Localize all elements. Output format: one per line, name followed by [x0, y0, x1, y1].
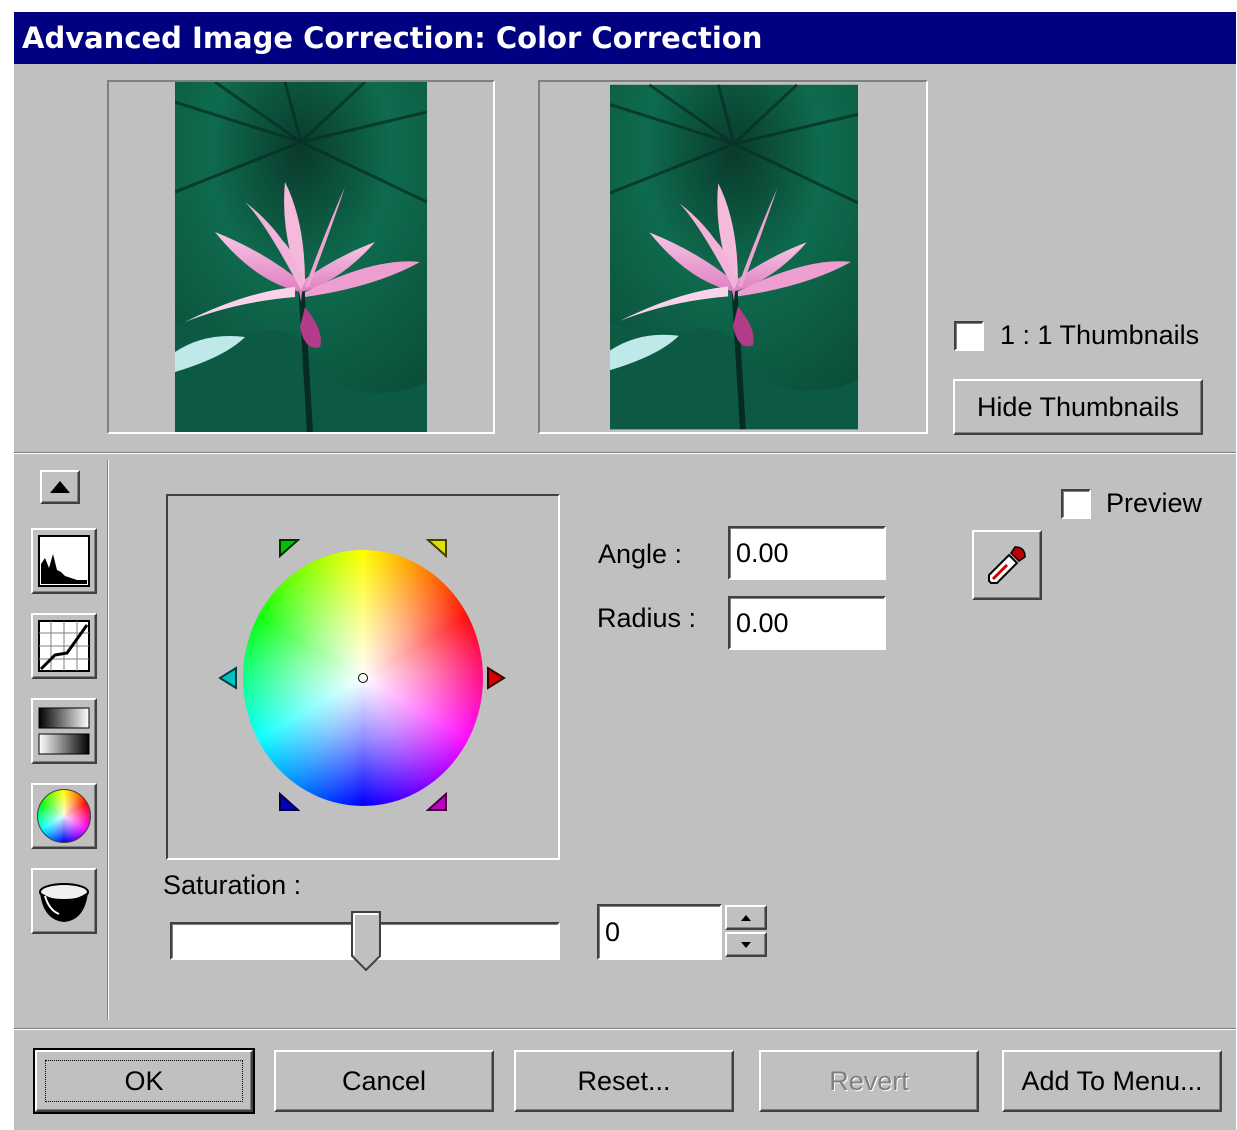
tone-gradient-tool-button[interactable] [31, 698, 97, 764]
color-wheel-tool-button[interactable] [31, 783, 97, 849]
histogram-icon [38, 535, 90, 587]
saturation-label: Saturation : [163, 870, 302, 900]
angle-label: Angle : [598, 539, 683, 569]
add-to-menu-button[interactable]: Add To Menu... [1002, 1050, 1222, 1112]
green-marker-icon [279, 539, 300, 558]
color-wheel-tool-icon [37, 789, 91, 843]
buttons-separator [14, 1028, 1236, 1030]
one-to-one-thumbnails-label[interactable]: 1 : 1 Thumbnails [1000, 320, 1199, 351]
cancel-button[interactable]: Cancel [274, 1050, 494, 1112]
color-correction-dialog: Advanced Image Correction: Color Correct… [14, 12, 1236, 1130]
saturation-spin-down[interactable] [725, 932, 767, 957]
bowl-icon [39, 883, 89, 922]
color-wheel-panel [166, 494, 560, 860]
tool-column-separator [107, 460, 109, 1020]
curves-tool-button[interactable] [31, 613, 97, 679]
one-to-one-thumbnails-checkbox[interactable] [954, 321, 984, 351]
tone-gradient-icon [38, 707, 90, 755]
dialog-title[interactable]: Advanced Image Correction: Color Correct… [14, 12, 1236, 64]
blue-marker-icon [279, 792, 300, 811]
saturation-spin-up[interactable] [725, 905, 767, 930]
ok-focus-ring [45, 1060, 243, 1102]
spin-down-icon [741, 941, 751, 948]
hide-thumbnails-button[interactable]: Hide Thumbnails [953, 379, 1203, 435]
eyedropper-button[interactable] [972, 530, 1042, 600]
after-thumbnail-image [610, 82, 858, 432]
histogram-tool-button[interactable] [31, 528, 97, 594]
revert-button[interactable]: Revert [759, 1050, 979, 1112]
preview-label[interactable]: Preview [1106, 488, 1202, 519]
curves-icon [38, 620, 90, 672]
reset-button[interactable]: Reset... [514, 1050, 734, 1112]
spin-up-icon [741, 914, 751, 921]
bowl-tool-button[interactable] [31, 868, 97, 934]
preview-checkbox[interactable] [1061, 489, 1091, 519]
angle-input[interactable]: 0.00 [728, 526, 886, 580]
magenta-marker-icon [426, 792, 447, 811]
radius-label: Radius : [597, 603, 697, 633]
before-thumbnail-frame [107, 80, 495, 434]
thumbnails-separator [14, 452, 1236, 454]
saturation-slider-thumb[interactable] [350, 910, 382, 972]
triangle-up-icon [50, 481, 70, 493]
eyedropper-icon [988, 546, 1026, 584]
red-marker-icon [487, 666, 506, 690]
yellow-marker-icon [426, 539, 447, 558]
saturation-input[interactable]: 0 [597, 904, 722, 960]
cyan-marker-icon [218, 666, 237, 690]
ok-button[interactable]: OK [33, 1048, 255, 1114]
scroll-up-button[interactable] [40, 470, 80, 504]
after-thumbnail-frame [538, 80, 928, 434]
color-wheel-center-handle[interactable] [358, 673, 368, 683]
before-thumbnail-image [175, 82, 427, 432]
radius-input[interactable]: 0.00 [728, 596, 886, 650]
